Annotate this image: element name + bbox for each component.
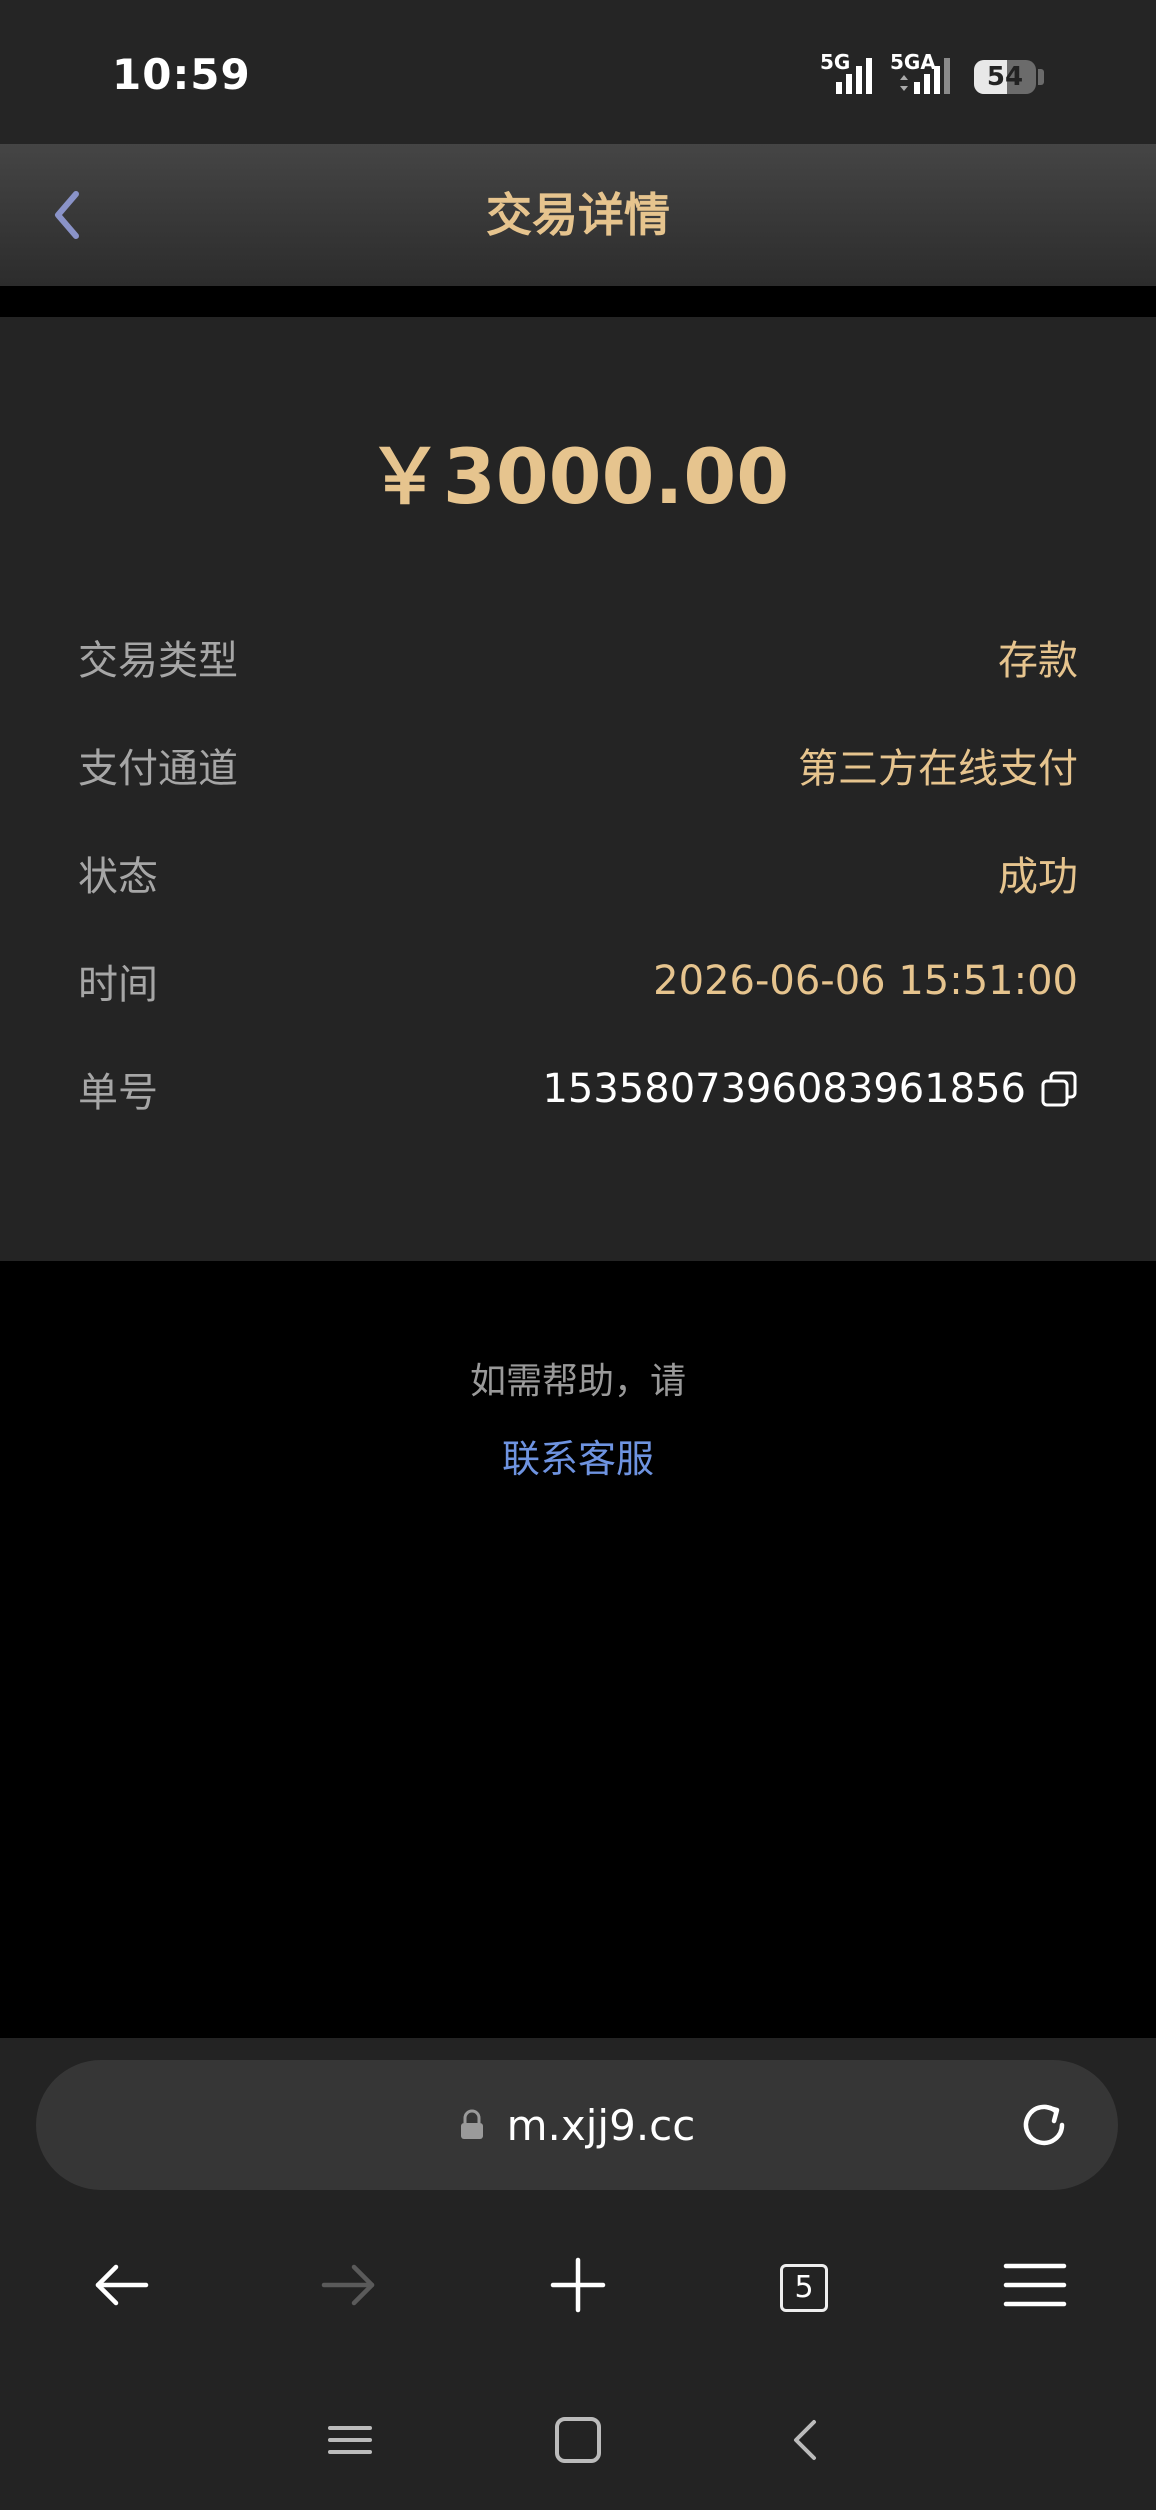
home-square-icon [555, 2417, 601, 2463]
arrow-right-icon [321, 2264, 375, 2306]
row-time: 时间 2026-06-06 15:51:00 [78, 941, 1078, 1021]
battery-level: 54 [986, 62, 1024, 92]
menu-button[interactable] [1000, 2250, 1070, 2320]
row-order-number: 单号 1535807396083961856 [78, 1049, 1078, 1129]
reload-button[interactable] [1016, 2097, 1072, 2153]
copy-icon[interactable] [1040, 1070, 1078, 1108]
browser-back-button[interactable] [86, 2250, 156, 2320]
transaction-card: ￥3000.00 交易类型 存款 支付通道 第三方在线支付 状态 成功 时间 2… [0, 317, 1156, 1261]
system-home-button[interactable] [548, 2410, 608, 2470]
row-status: 状态 成功 [78, 833, 1078, 913]
page-title: 交易详情 [486, 188, 670, 242]
address-bar[interactable]: m.xjj9.cc [36, 2060, 1118, 2190]
chevron-left-icon [55, 191, 79, 239]
chevron-left-icon [794, 2420, 816, 2460]
plus-icon [550, 2257, 606, 2313]
help-text: 如需帮助，请 [469, 1361, 686, 1402]
status-time: 10:59 [112, 50, 251, 99]
row-label: 单号 [78, 1070, 158, 1116]
reload-icon [1023, 2104, 1065, 2146]
system-back-button[interactable] [776, 2410, 836, 2470]
lock-icon [460, 2109, 483, 2139]
system-recents-button[interactable] [320, 2410, 380, 2470]
new-tab-button[interactable] [543, 2250, 613, 2320]
recents-icon [328, 2426, 372, 2454]
battery-icon: 54 [974, 60, 1036, 94]
status-bar: 10:59 5G 5GA 54 [0, 0, 1156, 144]
row-label: 时间 [78, 962, 158, 1008]
row-value: 第三方在线支付 [798, 746, 1078, 792]
row-payment-channel: 支付通道 第三方在线支付 [78, 725, 1078, 805]
transaction-amount: ￥3000.00 [366, 432, 790, 521]
order-number-group: 1535807396083961856 [542, 1066, 1078, 1112]
hamburger-icon [1003, 2263, 1067, 2307]
row-label: 支付通道 [78, 746, 238, 792]
battery-cap [1038, 69, 1044, 85]
order-number-value: 1535807396083961856 [542, 1066, 1026, 1112]
tabs-count-button[interactable]: 5 [780, 2264, 828, 2312]
row-value: 2026-06-06 15:51:00 [653, 958, 1078, 1004]
row-value: 存款 [998, 638, 1078, 684]
header-bar: 交易详情 [0, 144, 1156, 286]
row-label: 状态 [78, 854, 158, 900]
browser-forward-button[interactable] [314, 2250, 384, 2320]
row-transaction-type: 交易类型 存款 [78, 617, 1078, 697]
back-button[interactable] [36, 180, 106, 250]
row-label: 交易类型 [78, 638, 238, 684]
arrow-left-icon [95, 2264, 149, 2306]
row-value: 成功 [998, 854, 1078, 900]
contact-support-link[interactable]: 联系客服 [0, 1428, 1156, 1483]
url-text: m.xjj9.cc [506, 2100, 696, 2150]
